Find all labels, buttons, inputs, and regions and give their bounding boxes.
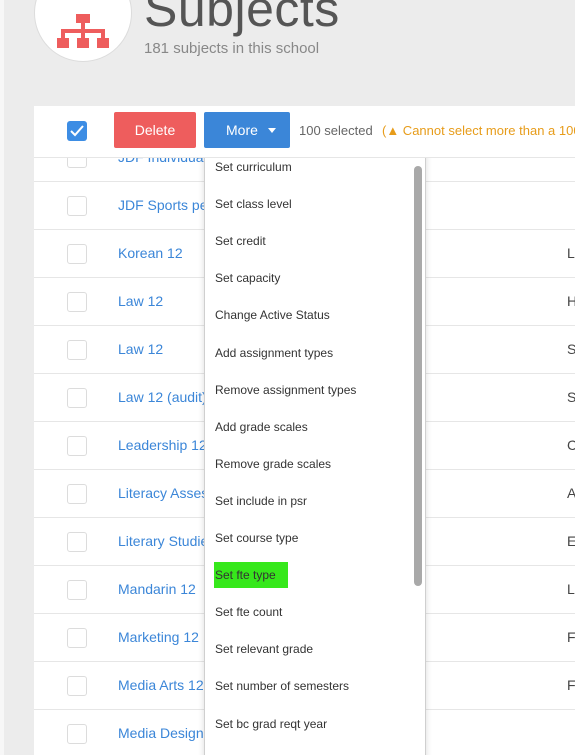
subject-name-link[interactable]: Marketing 12	[118, 629, 199, 645]
hierarchy-icon	[57, 14, 109, 48]
menu-item-set-class-level[interactable]: Set class level	[205, 186, 410, 223]
subject-name-link[interactable]: Media Design 1	[118, 725, 215, 741]
row-checkbox[interactable]	[67, 628, 87, 648]
menu-item-set-fte-count[interactable]: Set fte count	[205, 594, 410, 631]
subject-extra-column: S	[567, 341, 575, 357]
row-checkbox[interactable]	[67, 196, 87, 216]
menu-item-remove-grade-scales[interactable]: Remove grade scales	[205, 446, 410, 483]
row-checkbox[interactable]	[67, 580, 87, 600]
menu-item-label: Set course type	[215, 531, 299, 545]
menu-item-label: Add grade scales	[215, 420, 308, 434]
row-checkbox[interactable]	[67, 484, 87, 504]
subject-extra-column: H	[567, 293, 575, 309]
menu-item-label: Set fte type	[214, 562, 288, 588]
row-checkbox[interactable]	[67, 340, 87, 360]
subject-extra-column: E	[567, 533, 575, 549]
menu-item-label: Set bc grad reqt year	[215, 717, 328, 731]
menu-item-label: Set curriculum	[215, 160, 292, 174]
menu-item-label: Set number of semesters	[215, 679, 350, 693]
subject-name-link[interactable]: Korean 12	[118, 245, 183, 261]
subject-extra-column: L	[567, 245, 575, 261]
menu-item-add-grade-scales[interactable]: Add grade scales	[205, 409, 410, 446]
menu-item-label: Set fte count	[215, 605, 283, 619]
subject-name-link[interactable]: Law 12	[118, 293, 163, 309]
menu-item-label: Set credit	[215, 234, 266, 248]
menu-item-label: Add assignment types	[215, 346, 334, 360]
subject-name-link[interactable]: Literacy Assess	[118, 485, 215, 501]
subject-name-link[interactable]: Mandarin 12	[118, 581, 196, 597]
menu-item-set-number-of-semesters[interactable]: Set number of semesters	[205, 668, 410, 705]
menu-item-label: Set class level	[215, 197, 292, 211]
more-button-label: More	[226, 122, 258, 138]
row-checkbox[interactable]	[67, 676, 87, 696]
caret-down-icon	[268, 128, 276, 133]
more-button[interactable]: More	[204, 112, 290, 148]
menu-item-label: Remove grade scales	[215, 457, 332, 471]
subject-name-link[interactable]: Literary Studies	[118, 533, 215, 549]
subject-name-link[interactable]: Leadership 12	[118, 437, 207, 453]
subject-extra-column: L	[567, 581, 575, 597]
subject-extra-column: F	[567, 629, 575, 645]
more-dropdown-menu[interactable]: Set curriculum Set class level Set credit S…	[204, 147, 426, 755]
selection-limit-warning: (▲ Cannot select more than a 100	[382, 123, 575, 138]
scrollbar-thumb[interactable]	[414, 166, 422, 586]
row-checkbox[interactable]	[67, 292, 87, 312]
menu-item-set-fte-type[interactable]: Set fte type	[205, 557, 410, 594]
page-title: Subjects	[144, 0, 340, 37]
menu-item-set-credit[interactable]: Set credit	[205, 223, 410, 260]
subject-extra-column: F	[567, 677, 575, 693]
menu-item-set-course-type[interactable]: Set course type	[205, 520, 410, 557]
selected-count: 100 selected	[299, 123, 373, 138]
row-checkbox[interactable]	[67, 724, 87, 744]
subject-extra-column: A	[567, 485, 575, 501]
subject-name-link[interactable]: JDF Sports perf	[118, 197, 216, 213]
row-checkbox[interactable]	[67, 532, 87, 552]
subject-name-link[interactable]: Law 12 (audit)	[118, 389, 207, 405]
menu-item-remove-assignment-types[interactable]: Remove assignment types	[205, 372, 410, 409]
row-checkbox[interactable]	[67, 244, 87, 264]
row-checkbox[interactable]	[67, 388, 87, 408]
menu-item-set-include-in-psr[interactable]: Set include in psr	[205, 483, 410, 520]
left-rail	[0, 0, 4, 755]
delete-button[interactable]: Delete	[114, 112, 196, 148]
menu-item-set-capacity[interactable]: Set capacity	[205, 260, 410, 297]
bulk-action-toolbar: Delete More 100 selected (▲ Cannot selec…	[34, 106, 575, 158]
menu-item-label: Set relevant grade	[215, 642, 314, 656]
row-checkbox[interactable]	[67, 436, 87, 456]
menu-item-change-active-status[interactable]: Change Active Status	[205, 297, 410, 334]
checkmark-icon	[70, 125, 84, 137]
subject-extra-column: C	[567, 437, 575, 453]
menu-item-label: Set capacity	[215, 271, 281, 285]
menu-scrollbar[interactable]	[411, 148, 425, 755]
menu-item-set-relevant-grade[interactable]: Set relevant grade	[205, 631, 410, 668]
page-subtitle: 181 subjects in this school	[144, 40, 320, 57]
subject-name-link[interactable]: Media Arts 12	[118, 677, 204, 693]
menu-item-set-bc-grad-reqt-year[interactable]: Set bc grad reqt year	[205, 706, 410, 743]
subject-name-link[interactable]: Law 12	[118, 341, 163, 357]
subject-extra-column: S	[567, 389, 575, 405]
menu-item-label: Change Active Status	[215, 308, 330, 322]
menu-item-add-assignment-types[interactable]: Add assignment types	[205, 335, 410, 372]
menu-item-label: Remove assignment types	[215, 383, 357, 397]
menu-item-label: Set include in psr	[215, 494, 308, 508]
select-all-checkbox[interactable]	[67, 121, 87, 141]
